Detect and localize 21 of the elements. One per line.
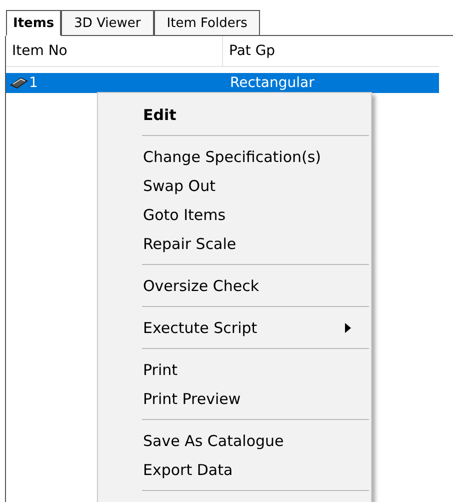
table-cell: 1: [29, 75, 38, 91]
menu-item[interactable]: Save As Catalogue: [98, 426, 371, 455]
tab[interactable]: Item Folders: [154, 10, 260, 36]
menu-item[interactable]: Repair Scale: [98, 229, 371, 258]
table-cell: Rectangular: [230, 75, 314, 91]
menu-item[interactable]: Export Data: [98, 455, 371, 484]
menu-item[interactable]: Print Preview: [98, 384, 371, 413]
menu-item[interactable]: Swap Out: [98, 171, 371, 200]
column-header[interactable]: Pat Gp: [223, 36, 276, 66]
tab[interactable]: Items: [6, 10, 62, 36]
table-row[interactable]: 1 Rectangular: [6, 73, 439, 93]
menu-item[interactable]: Edit: [98, 100, 371, 129]
tab[interactable]: 3D Viewer: [61, 10, 154, 36]
menu-item[interactable]: Change Specification(s): [98, 142, 371, 171]
submenu-arrow-icon: [345, 322, 351, 332]
column-header[interactable]: Item No: [6, 36, 223, 66]
menu-item[interactable]: Goto Items: [98, 200, 371, 229]
menu-item[interactable]: Oversize Check: [98, 271, 371, 300]
menu-item[interactable]: Print: [98, 355, 371, 384]
bar-icon: [10, 77, 28, 89]
menu-item[interactable]: Exectute Script: [98, 313, 371, 342]
